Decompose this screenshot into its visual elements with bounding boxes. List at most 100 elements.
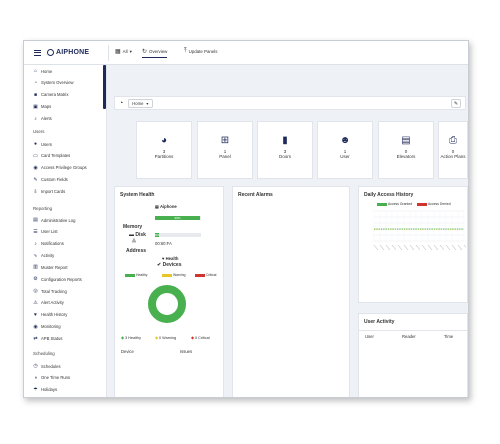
gauge-icon: ◔	[33, 79, 38, 86]
map-icon: ▣	[33, 103, 38, 110]
x-tick	[439, 244, 445, 251]
sidebar-item-configuration-reports[interactable]: ⚙ Configuration Reports	[33, 276, 81, 283]
tracking-icon: ◎	[33, 288, 38, 295]
sidebar-item-import-cards[interactable]: ⇩ Import Cards	[33, 189, 65, 195]
elevator-icon: ▤	[401, 135, 411, 146]
home-icon: ⌂	[33, 68, 38, 74]
address-value: 00:60:FA	[155, 241, 172, 246]
sidebar-item-total-tracking[interactable]: ◎ Total Tracking	[33, 288, 67, 294]
card-doors[interactable]: ▮ 3 Doors	[257, 121, 313, 179]
scroll-icon: ⎙	[449, 135, 457, 146]
y-tick: ·	[371, 217, 372, 219]
building-icon: ▦	[115, 49, 121, 55]
hamburger-menu-icon[interactable]	[34, 49, 41, 56]
sidebar-item-users[interactable]: ● Users	[33, 141, 52, 147]
group-icon: ◉	[33, 164, 38, 171]
sidebar-item-alert-activity[interactable]: ⚠ Alert Activity	[33, 300, 64, 306]
sidebar-scrollbar[interactable]	[103, 65, 106, 109]
legend-critical: Critical	[195, 273, 216, 277]
sidebar-item-activity[interactable]: ∿ Activity	[33, 253, 54, 259]
sidebar-item-holidays[interactable]: ☂ Holidays	[33, 387, 57, 393]
sidebar-item-schedules[interactable]: ◷ Schedules	[33, 363, 60, 369]
sidebar-item-health-history[interactable]: ♥ Health History	[33, 312, 67, 318]
memory-bar: 98%	[155, 216, 201, 220]
card-elevators[interactable]: ▤ 0 Elevators	[378, 121, 434, 179]
upload-icon: ⤒	[184, 48, 187, 54]
disk-bar: 8%	[155, 233, 201, 237]
sidebar-heading-reporting: Reporting	[33, 206, 53, 211]
x-tick	[385, 244, 391, 251]
x-tick	[433, 244, 439, 251]
column-time: Time	[444, 334, 454, 339]
activity-icon: ∿	[33, 252, 38, 259]
legend-healthy: Healthy	[125, 273, 148, 277]
sidebar-item-notifications[interactable]: ♪ Notifications	[33, 241, 64, 247]
x-tick	[373, 244, 379, 251]
users-icon: ☻	[339, 135, 351, 146]
camera-icon: ■	[33, 91, 38, 98]
bell-icon: ♪	[34, 115, 37, 122]
sidebar-item-custom-fields[interactable]: ✎ Custom Fields	[33, 176, 67, 183]
sidebar-item-one-time-runs[interactable]: ◑ One Time Runs	[33, 375, 70, 381]
user-activity-panel: User Activity User Reader Time	[358, 313, 468, 397]
column-reader: Reader	[402, 334, 416, 339]
sidebar-item-maps[interactable]: ▣ Maps	[33, 104, 51, 110]
memory-label: Memory	[123, 224, 143, 230]
config-icon: ⚙	[33, 276, 38, 283]
card-partitions[interactable]: ◕ 3 Partitions	[136, 121, 192, 179]
column-device: Device	[121, 349, 134, 354]
door-icon: ▮	[282, 135, 288, 146]
sidebar-item-apb-status[interactable]: ⇄ APB Status	[33, 336, 62, 342]
building-select[interactable]: ▦ All ▾	[115, 48, 132, 56]
panel-name: ▤ Aiphone	[155, 204, 177, 209]
summary-2: ◆ 0 Critical	[191, 336, 210, 340]
card-panel[interactable]: ⊞ 1 Panel	[197, 121, 253, 179]
sidebar-heading-scheduling: Scheduling	[33, 351, 55, 356]
sidebar-item-access-privilege-groups[interactable]: ◉ Access Privilege Groups	[33, 164, 86, 171]
sidebar: ⌂ Home ◔ System Overview ■ Camera Matrix ▣ Maps…	[24, 65, 107, 397]
sidebar-heading-users: Users	[33, 129, 45, 134]
y-tick: ·	[371, 211, 372, 213]
memory-bar-fill: 98%	[155, 216, 201, 220]
sidebar-item-monitoring[interactable]: ◉ Monitoring	[33, 324, 60, 330]
daily-access-chart: · · · · · ·	[371, 210, 466, 251]
sidebar-item-card-templates[interactable]: ▭ Card Templates	[33, 153, 70, 159]
list-icon: ☰	[33, 228, 38, 235]
run-icon: ◑	[33, 374, 38, 381]
recent-alarms-panel: Recent Alarms	[232, 186, 350, 397]
clock-icon: ◷	[33, 363, 38, 369]
pencil-icon: ✎	[33, 176, 38, 183]
x-tick	[427, 244, 433, 251]
sidebar-item-system-overview[interactable]: ◔ System Overview	[33, 80, 74, 86]
pie-icon: ◕	[160, 135, 168, 146]
sidebar-item-camera-matrix[interactable]: ■ Camera Matrix	[33, 92, 68, 98]
x-tick	[445, 244, 451, 251]
main-content: ◔ Home ▾ ✎ ◕ 3 Partitions ⊞ 1 Panel ▮ 3 D…	[108, 65, 468, 397]
sidebar-item-muster-report[interactable]: ▥ Muster Report	[33, 264, 67, 271]
card-action-plans[interactable]: ⎙ 0 Action Plans	[438, 121, 468, 179]
bell-icon: ♪	[34, 240, 37, 247]
y-tick: ·	[371, 223, 372, 225]
donut-slice-healthy	[148, 285, 186, 323]
import-icon: ⇩	[33, 188, 38, 195]
tab-overview[interactable]: ↻ Overview	[142, 48, 168, 58]
x-tick	[409, 244, 415, 251]
edit-dashboard-button[interactable]: ✎	[451, 99, 461, 108]
legend-warning: Warning	[162, 273, 186, 277]
y-tick: ·	[371, 235, 372, 237]
sidebar-item-user-list[interactable]: ☰ User List	[33, 228, 57, 235]
sidebar-item-home[interactable]: ⌂ Home	[33, 68, 52, 74]
device-health-donut	[148, 285, 186, 323]
holiday-icon: ☂	[33, 386, 38, 393]
summary-0: ◆ 3 Healthy	[121, 336, 142, 340]
column-user: User	[365, 334, 374, 339]
sidebar-item-alerts[interactable]: ♪ Alerts	[33, 115, 51, 122]
card-user[interactable]: ☻ 1 User	[317, 121, 373, 179]
legend-access-granted: Access Granted	[377, 202, 412, 206]
sidebar-item-administrative-log[interactable]: ▤ Administrative Log	[33, 217, 75, 223]
muster-icon: ▥	[33, 264, 38, 271]
x-tick	[463, 244, 466, 248]
view-select[interactable]: Home ▾	[128, 98, 153, 108]
chevron-down-icon: ▾	[129, 48, 132, 54]
tab-update-panels[interactable]: ⤒ Update Panels	[184, 48, 217, 55]
